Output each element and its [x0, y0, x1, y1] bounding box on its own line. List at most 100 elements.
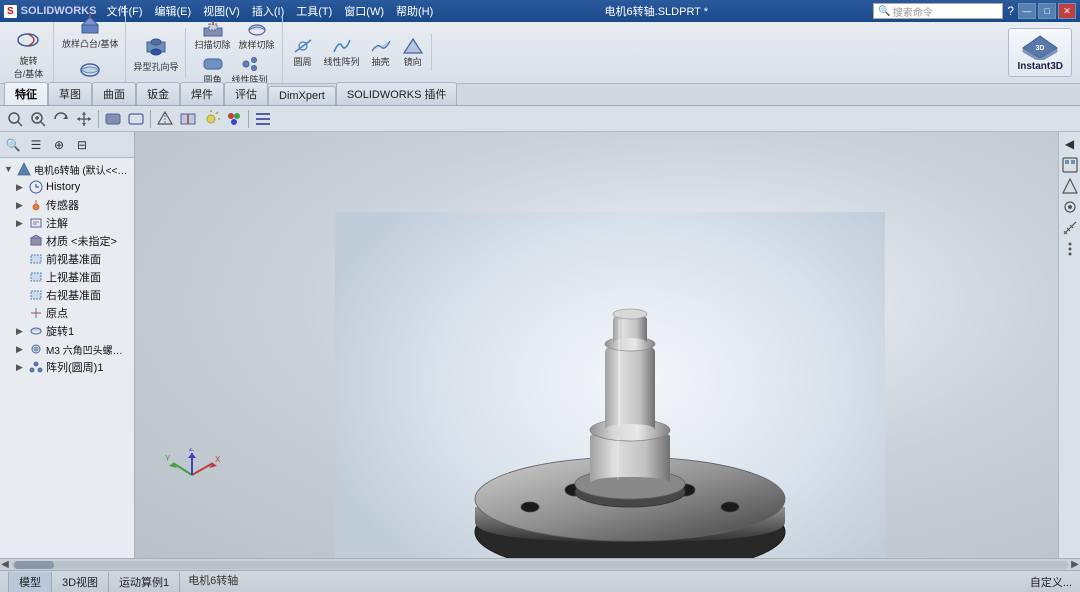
- extrude-boss-button[interactable]: 放样凸台/基体: [60, 7, 121, 52]
- statusbar-tab-motion[interactable]: 运动算例1: [109, 572, 180, 592]
- display-states-button[interactable]: [252, 108, 274, 130]
- minimize-button[interactable]: —: [1018, 3, 1036, 19]
- tab-sheetmetal[interactable]: 钣金: [136, 82, 180, 105]
- tree-origin-item[interactable]: 原点: [14, 304, 132, 322]
- titlebar: S SOLIDWORKS 文件(F) 编辑(E) 视图(V) 插入(I) 工具(…: [0, 0, 1080, 22]
- document-title: 电机6转轴.SLDPRT *: [439, 3, 873, 19]
- surfaces-button[interactable]: 抽壳: [367, 36, 395, 69]
- close-button[interactable]: ✕: [1058, 3, 1076, 19]
- history-item-icon: [28, 179, 44, 195]
- tree-expand-button[interactable]: ⊕: [48, 135, 70, 155]
- svg-text:3D: 3D: [1036, 45, 1045, 52]
- shaded-button[interactable]: [102, 108, 124, 130]
- sensors-expand-icon: ▶: [16, 200, 28, 211]
- tree-toolbar: 🔍 ☰ ⊕ ⊟: [0, 132, 134, 158]
- tree-search-button[interactable]: 🔍: [2, 135, 24, 155]
- zoom-in-button[interactable]: [27, 108, 49, 130]
- front-plane-label: 前视基准面: [46, 251, 101, 267]
- tab-dimxpert[interactable]: DimXpert: [268, 86, 336, 105]
- horizontal-scrollbar[interactable]: ◀ ▶: [0, 558, 1080, 570]
- curves-label: 线性阵列: [324, 55, 360, 68]
- right-plane-icon: [28, 287, 44, 303]
- feature-tree-panel: 🔍 ☰ ⊕ ⊟ ▼ 电机6转轴 (默认<<默认>显 ▶ History: [0, 132, 135, 558]
- revolve1-icon: [28, 323, 44, 339]
- tree-filter-button[interactable]: ☰: [25, 135, 47, 155]
- revolve-cut-button[interactable]: 放样切除: [236, 19, 278, 52]
- sensors-label: 传感器: [46, 197, 79, 213]
- search-box[interactable]: 🔍 搜索命令: [873, 3, 1003, 19]
- tree-material-item[interactable]: 材质 <未指定>: [14, 232, 132, 250]
- svg-text:X: X: [215, 455, 220, 464]
- viewport[interactable]: X Y Z: [135, 132, 1058, 558]
- light-button[interactable]: [200, 108, 222, 130]
- command-bar: 旋转台/基体 放样凸台/基体 边界凸台/基体: [0, 22, 1080, 84]
- revolve-icon: [14, 26, 42, 54]
- hscroll-left-button[interactable]: ◀: [0, 559, 10, 570]
- rsb-more-button[interactable]: [1060, 239, 1080, 259]
- hole-wizard-button[interactable]: 异型孔向导: [132, 30, 181, 75]
- reference-geo-icon: [292, 37, 314, 55]
- menu-tools[interactable]: 工具(T): [290, 1, 338, 21]
- reference-geo-button[interactable]: 圆周: [289, 36, 317, 69]
- instant3d-button[interactable]: 3D Instant3D: [1008, 28, 1072, 77]
- menu-window[interactable]: 窗口(W): [338, 1, 390, 21]
- tree-collapse-button[interactable]: ⊟: [71, 135, 93, 155]
- mold-icon: [402, 37, 424, 55]
- tree-hole1-item[interactable]: ▶ M3 六角凹头螺钉的柱形孔...: [14, 340, 132, 358]
- section-view-button[interactable]: [177, 108, 199, 130]
- statusbar-tab-model[interactable]: 模型: [8, 572, 52, 592]
- hole-wizard-label: 异型孔向导: [134, 60, 179, 73]
- root-item-label: 电机6转轴 (默认<<默认>显: [34, 162, 130, 177]
- root-expand-icon: ▼: [4, 164, 16, 174]
- tab-sketch[interactable]: 草图: [48, 82, 92, 105]
- tree-annotations-item[interactable]: ▶ 注解: [14, 214, 132, 232]
- tab-surface[interactable]: 曲面: [92, 82, 136, 105]
- hscroll-thumb[interactable]: [14, 561, 54, 569]
- rsb-expand-button[interactable]: ◀: [1060, 134, 1080, 154]
- tree-pattern1-item[interactable]: ▶ 阵列(圆周)1: [14, 358, 132, 376]
- annotations-expand-icon: ▶: [16, 218, 28, 229]
- wireframe-button[interactable]: [125, 108, 147, 130]
- rsb-view1-button[interactable]: [1060, 155, 1080, 175]
- extrude-cut-button[interactable]: 扫描切除: [192, 19, 234, 52]
- view-orientation-button[interactable]: [154, 108, 176, 130]
- material-label: 材质 <未指定>: [46, 233, 117, 249]
- rsb-view2-button[interactable]: [1060, 176, 1080, 196]
- axis-indicator: X Y Z: [165, 448, 215, 498]
- tree-sensors-item[interactable]: ▶ 传感器: [14, 196, 132, 214]
- rotate-view-button[interactable]: [50, 108, 72, 130]
- tab-weldment[interactable]: 焊件: [180, 82, 224, 105]
- mold-button[interactable]: 镜向: [399, 36, 427, 69]
- tab-evaluate[interactable]: 评估: [224, 82, 268, 105]
- top-plane-icon: [28, 269, 44, 285]
- tree-front-plane-item[interactable]: 前视基准面: [14, 250, 132, 268]
- tab-features[interactable]: 特征: [4, 82, 48, 105]
- tree-right-plane-item[interactable]: 右视基准面: [14, 286, 132, 304]
- cmd-group-hole: 异型孔向导: [128, 28, 186, 77]
- zoom-to-fit-button[interactable]: [4, 108, 26, 130]
- toolbar-separator: [98, 110, 99, 128]
- help-icon[interactable]: ?: [1007, 4, 1014, 18]
- rsb-measure-button[interactable]: [1060, 218, 1080, 238]
- boundary-icon: [76, 56, 104, 84]
- solidworks-logo: S: [4, 5, 17, 18]
- tree-history-item[interactable]: ▶ History: [14, 178, 132, 196]
- hole-wizard-icon: [142, 32, 170, 60]
- tab-addins[interactable]: SOLIDWORKS 插件: [336, 82, 458, 105]
- hscroll-right-button[interactable]: ▶: [1070, 559, 1080, 570]
- statusbar-tab-3dview[interactable]: 3D视图: [52, 572, 109, 592]
- appearance-button[interactable]: [223, 108, 245, 130]
- reference-geo-label: 圆周: [294, 55, 312, 68]
- tree-top-plane-item[interactable]: 上视基准面: [14, 268, 132, 286]
- statusbar-right[interactable]: 自定义...: [1030, 574, 1072, 590]
- curves-button[interactable]: 线性阵列: [321, 36, 363, 69]
- rsb-settings-button[interactable]: [1060, 197, 1080, 217]
- maximize-button[interactable]: □: [1038, 3, 1056, 19]
- revolve-boss-button[interactable]: 旋转台/基体: [12, 24, 46, 82]
- pan-button[interactable]: [73, 108, 95, 130]
- tree-root-item[interactable]: ▼ 电机6转轴 (默认<<默认>显: [2, 160, 132, 178]
- menu-help[interactable]: 帮助(H): [390, 1, 439, 21]
- sensors-item-icon: [28, 197, 44, 213]
- tree-revolve1-item[interactable]: ▶ 旋转1: [14, 322, 132, 340]
- revolve-cut-label: 放样切除: [239, 38, 275, 51]
